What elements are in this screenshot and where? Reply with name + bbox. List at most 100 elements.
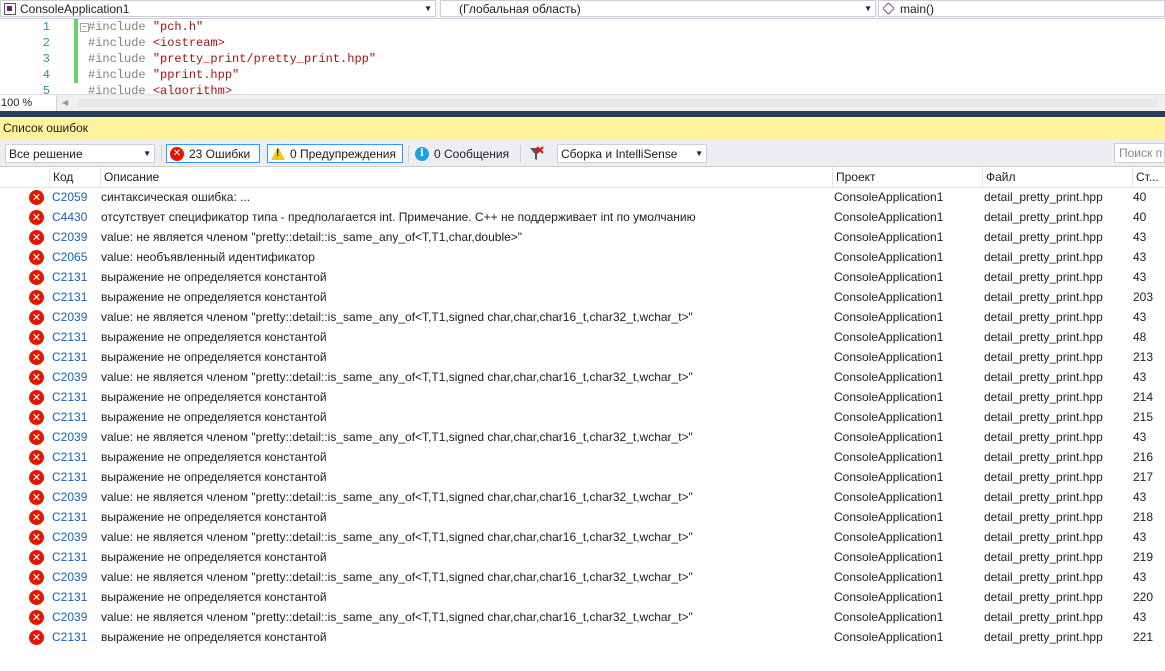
table-row[interactable]: ✕ C2131 выражение не определяется констант…	[0, 387, 1165, 407]
error-description: value: не является членом "pretty::detai…	[101, 310, 693, 324]
error-description: value: необъявленный идентификатор	[101, 250, 315, 264]
scope-dropdown[interactable]: (Глобальная область) ▼	[440, 0, 876, 17]
separator	[520, 145, 521, 162]
error-code-link[interactable]: C2131	[52, 287, 87, 307]
error-code-link[interactable]: C2131	[52, 267, 87, 287]
project-dropdown[interactable]: ConsoleApplication1 ▼	[0, 0, 436, 17]
error-code-link[interactable]: C2131	[52, 347, 87, 367]
warnings-filter-button[interactable]: 0 Предупреждения	[267, 144, 403, 163]
error-code-link[interactable]: C2131	[52, 467, 87, 487]
table-row[interactable]: ✕ C2039 value: не является членом "pretty:…	[0, 527, 1165, 547]
error-description: value: не является членом "pretty::detai…	[101, 610, 693, 624]
table-row[interactable]: ✕ C2131 выражение не определяется констант…	[0, 347, 1165, 367]
error-file: detail_pretty_print.hpp	[984, 570, 1103, 584]
error-file: detail_pretty_print.hpp	[984, 530, 1103, 544]
table-row[interactable]: ✕ C2039 value: не является членом "pretty:…	[0, 427, 1165, 447]
error-code-link[interactable]: C2039	[52, 367, 87, 387]
table-row[interactable]: ✕ C2039 value: не является членом "pretty:…	[0, 607, 1165, 627]
line-number: 4	[42, 68, 50, 82]
error-icon: ✕	[29, 250, 44, 265]
table-row[interactable]: ✕ C2131 выражение не определяется констант…	[0, 447, 1165, 467]
error-code-link[interactable]: C2039	[52, 527, 87, 547]
error-code-link[interactable]: C2131	[52, 447, 87, 467]
error-code-link[interactable]: C2131	[52, 627, 87, 647]
error-code-link[interactable]: C2131	[52, 327, 87, 347]
table-row[interactable]: ✕ C2039 value: не является членом "pretty:…	[0, 487, 1165, 507]
error-description: выражение не определяется константой	[101, 350, 327, 364]
table-row[interactable]: ✕ C2131 выражение не определяется констант…	[0, 627, 1165, 647]
error-code-link[interactable]: C2059	[52, 187, 87, 207]
code-editor[interactable]: 1 − #include "pch.h" 2 #include <iostrea…	[0, 19, 1165, 94]
error-description: выражение не определяется константой	[101, 450, 327, 464]
table-row[interactable]: ✕ C2065 value: необъявленный идентификатор…	[0, 247, 1165, 267]
errors-filter-button[interactable]: ✕ 23 Ошибки	[166, 144, 260, 163]
table-row[interactable]: ✕ C2131 выражение не определяется констант…	[0, 507, 1165, 527]
messages-filter-button[interactable]: i 0 Сообщения	[411, 144, 515, 163]
error-code-link[interactable]: C4430	[52, 207, 87, 227]
zoom-value: 100 %	[1, 97, 33, 109]
table-row[interactable]: ✕ C2131 выражение не определяется констант…	[0, 327, 1165, 347]
file-column-header[interactable]: Файл	[982, 167, 1132, 187]
table-row[interactable]: ✕ C2059 синтаксическая ошибка: ... ConsoleA…	[0, 187, 1165, 207]
build-filter-dropdown[interactable]: Сборка и IntelliSense ▼	[557, 144, 707, 163]
build-filter-label: Сборка и IntelliSense	[561, 146, 678, 161]
error-project: ConsoleApplication1	[834, 250, 944, 264]
error-code-link[interactable]: C2039	[52, 607, 87, 627]
table-row[interactable]: ✕ C2131 выражение не определяется констант…	[0, 407, 1165, 427]
table-row[interactable]: ✕ C2131 выражение не определяется констант…	[0, 267, 1165, 287]
code-column-header[interactable]: Код	[49, 167, 100, 187]
code-line: 1 − #include "pch.h"	[0, 19, 1165, 35]
table-row[interactable]: ✕ C2131 выражение не определяется констант…	[0, 467, 1165, 487]
severity-column-header[interactable]	[0, 167, 49, 187]
error-code-link[interactable]: C2065	[52, 247, 87, 267]
search-input[interactable]: Поиск п	[1114, 143, 1165, 163]
error-list-title[interactable]: Список ошибок	[0, 117, 1165, 140]
table-row[interactable]: ✕ C2131 выражение не определяется констант…	[0, 587, 1165, 607]
line-column-header[interactable]: Ст...	[1132, 167, 1165, 187]
error-line: 43	[1133, 230, 1147, 244]
error-code-link[interactable]: C2131	[52, 407, 87, 427]
error-line: 214	[1133, 390, 1154, 404]
error-code-link[interactable]: C2131	[52, 587, 87, 607]
error-code-link[interactable]: C2039	[52, 427, 87, 447]
chevron-left-icon[interactable]: ◀	[62, 95, 68, 111]
project-column-header[interactable]: Проект	[832, 167, 982, 187]
error-code-link[interactable]: C2131	[52, 387, 87, 407]
error-description: выражение не определяется константой	[101, 410, 327, 424]
chevron-down-icon: ▼	[695, 149, 703, 158]
error-code-link[interactable]: C2039	[52, 227, 87, 247]
error-file: detail_pretty_print.hpp	[984, 210, 1103, 224]
clear-filter-button[interactable]	[524, 144, 548, 163]
table-row[interactable]: ✕ C2039 value: не является членом "pretty:…	[0, 227, 1165, 247]
error-icon: ✕	[29, 490, 44, 505]
error-file: detail_pretty_print.hpp	[984, 450, 1103, 464]
error-code-link[interactable]: C2131	[52, 547, 87, 567]
error-code-link[interactable]: C2039	[52, 487, 87, 507]
change-marker	[74, 67, 78, 83]
horizontal-scrollbar[interactable]	[78, 99, 1158, 107]
description-column-header[interactable]: Описание	[100, 167, 832, 187]
error-description: value: не является членом "pretty::detai…	[101, 370, 693, 384]
table-row[interactable]: ✕ C2131 выражение не определяется констант…	[0, 547, 1165, 567]
zoom-selector[interactable]: 100 %	[0, 95, 57, 111]
error-icon: ✕	[29, 590, 44, 605]
table-row[interactable]: ✕ C2039 value: не является членом "pretty:…	[0, 567, 1165, 587]
error-icon: ✕	[29, 270, 44, 285]
project-icon	[4, 2, 16, 15]
error-file: detail_pretty_print.hpp	[984, 390, 1103, 404]
table-row[interactable]: ✕ C4430 отсутствует спецификатор типа - пр…	[0, 207, 1165, 227]
error-code-link[interactable]: C2131	[52, 507, 87, 527]
error-code-link[interactable]: C2039	[52, 307, 87, 327]
error-icon: ✕	[29, 530, 44, 545]
error-description: синтаксическая ошибка: ...	[101, 190, 251, 204]
table-row[interactable]: ✕ C2039 value: не является членом "pretty:…	[0, 367, 1165, 387]
error-project: ConsoleApplication1	[834, 210, 944, 224]
error-project: ConsoleApplication1	[834, 370, 944, 384]
scope-filter-dropdown[interactable]: Все решение ▼	[5, 144, 155, 163]
error-description: value: не является членом "pretty::detai…	[101, 490, 693, 504]
table-row[interactable]: ✕ C2039 value: не является членом "pretty:…	[0, 307, 1165, 327]
table-row[interactable]: ✕ C2131 выражение не определяется констант…	[0, 287, 1165, 307]
error-code-link[interactable]: C2039	[52, 567, 87, 587]
error-project: ConsoleApplication1	[834, 490, 944, 504]
member-dropdown[interactable]: main()	[878, 0, 1165, 17]
